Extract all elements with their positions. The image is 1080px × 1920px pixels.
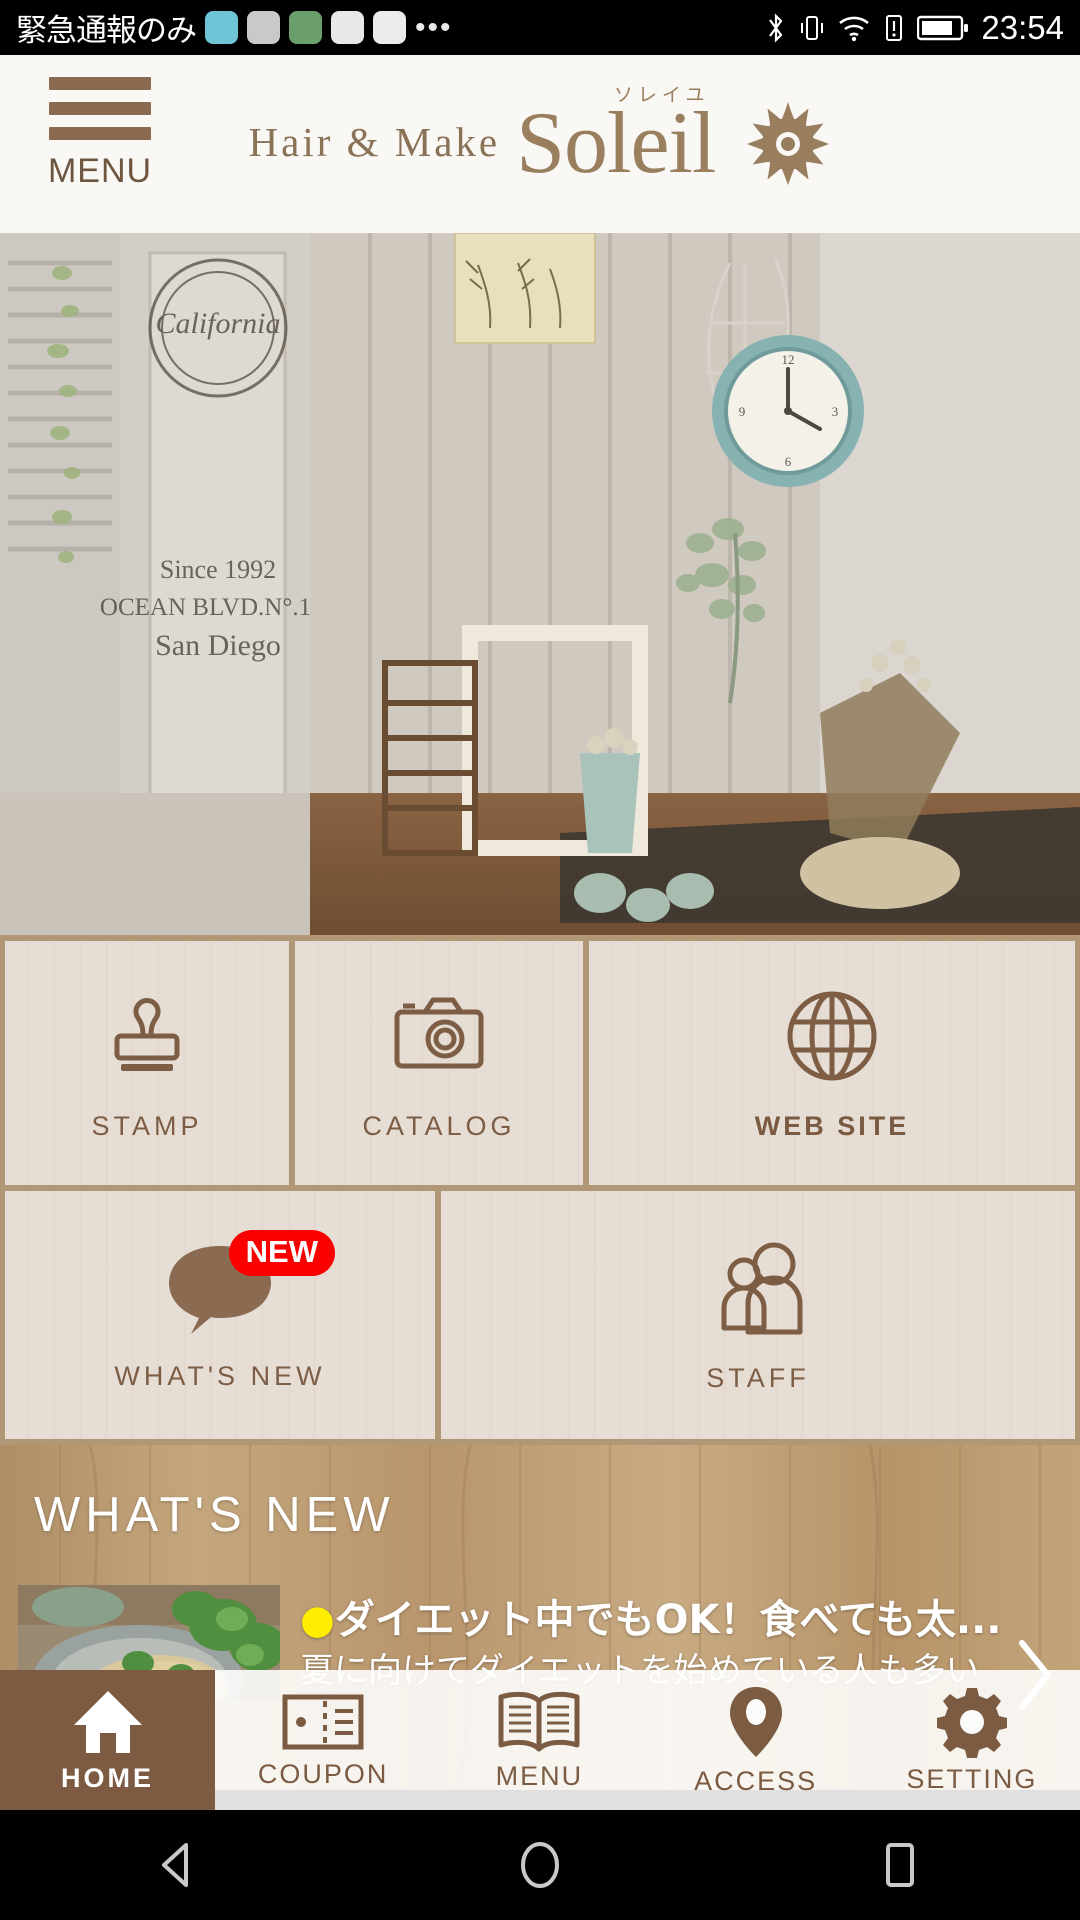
svg-text:3: 3 xyxy=(832,404,839,419)
notif-app-green-icon xyxy=(289,11,322,44)
people-icon xyxy=(706,1236,810,1345)
hamburger-menu-label: MENU xyxy=(47,152,153,190)
logo-name-wrap: Soleil ソレイユ xyxy=(516,84,716,193)
hamburger-bar-1 xyxy=(49,77,151,90)
book-icon xyxy=(498,1691,580,1751)
speech-bubble-icon: NEW xyxy=(161,1230,335,1343)
sunflower-icon xyxy=(747,102,830,185)
news-headline-text: ダイエット中でもOK！食べても太... xyxy=(334,1597,1002,1643)
svg-text:9: 9 xyxy=(739,404,746,419)
recents-icon[interactable] xyxy=(872,1837,928,1893)
hamburger-menu-button[interactable]: MENU xyxy=(44,77,156,191)
status-bar-left: 緊急通報のみ ••• xyxy=(16,5,453,50)
logo-name-label: Soleil xyxy=(516,95,716,193)
notif-app-white-icon xyxy=(331,11,364,44)
nav-item-menu-label: MENU xyxy=(495,1760,584,1791)
new-badge: NEW xyxy=(228,1230,335,1276)
nav-item-home[interactable]: HOME xyxy=(0,1670,215,1810)
logo-prefix-label: Hair & Make xyxy=(248,119,501,165)
logo-kana-label: ソレイユ xyxy=(613,84,710,107)
grid-tile-whats-new-label: WHAT'S NEW xyxy=(114,1361,326,1391)
ticket-icon xyxy=(282,1694,364,1749)
news-bullet: ● xyxy=(300,1597,335,1643)
notif-app-gray-icon xyxy=(247,11,280,44)
wifi-icon xyxy=(839,16,870,41)
battery-icon xyxy=(917,15,969,40)
vibrate-icon xyxy=(801,15,824,40)
bottom-navigation: HOME COUPON MENU ACCESS SETTING xyxy=(0,1670,1080,1810)
nav-item-coupon-label: COUPON xyxy=(257,1758,389,1789)
grid-tile-stamp-label: STAMP xyxy=(91,1111,203,1141)
notif-app-red-icon xyxy=(373,11,406,44)
grid-tile-staff[interactable]: STAFF xyxy=(441,1191,1075,1439)
news-headline: ●ダイエット中でもOK！食べても太... xyxy=(300,1587,1062,1645)
app-header: MENU Hair & Make Soleil ソレイユ xyxy=(0,55,1080,233)
grid-tile-stamp[interactable]: STAMP xyxy=(5,941,289,1185)
svg-text:California: California xyxy=(155,307,280,340)
map-pin-icon xyxy=(729,1686,782,1757)
gear-icon xyxy=(936,1687,1007,1758)
hamburger-bar-3 xyxy=(49,127,151,140)
clock-label: 23:54 xyxy=(981,8,1064,46)
nav-item-access[interactable]: ACCESS xyxy=(647,1670,864,1810)
status-bar: 緊急通報のみ ••• 23:54 xyxy=(0,0,1080,55)
svg-text:OCEAN BLVD.N°.108: OCEAN BLVD.N°.108 xyxy=(100,594,336,621)
svg-text:San Diego: San Diego xyxy=(155,629,281,662)
nav-item-home-label: HOME xyxy=(61,1762,154,1793)
grid-tile-staff-label: STAFF xyxy=(706,1363,810,1393)
back-icon[interactable] xyxy=(152,1837,208,1893)
globe-icon xyxy=(780,984,884,1093)
carrier-label: 緊急通報のみ xyxy=(16,13,197,48)
home-icon xyxy=(73,1690,142,1753)
grid-tile-whats-new[interactable]: NEW WHAT'S NEW xyxy=(5,1191,435,1439)
nav-item-coupon[interactable]: COUPON xyxy=(215,1670,432,1810)
nav-item-setting-label: SETTING xyxy=(906,1763,1038,1794)
hamburger-bar-2 xyxy=(49,102,151,115)
feature-grid: STAMP CATALOG WEB SITE NEW WHAT'S NEW ST… xyxy=(0,935,1080,1445)
grid-tile-catalog-label: CATALOG xyxy=(362,1111,516,1141)
bluetooth-icon xyxy=(769,12,783,43)
stamp-icon xyxy=(95,984,199,1093)
brand-logo: Hair & Make Soleil ソレイユ xyxy=(0,55,1080,233)
nav-item-access-label: ACCESS xyxy=(694,1765,818,1796)
svg-text:Since 1992: Since 1992 xyxy=(160,555,276,584)
hero-illustration: California Since 1992 OCEAN BLVD.N°.108 … xyxy=(0,233,1080,935)
notif-app-blue-icon xyxy=(205,11,238,44)
nav-item-menu[interactable]: MENU xyxy=(431,1670,648,1810)
home-icon[interactable] xyxy=(512,1837,568,1893)
whats-new-title: WHAT'S NEW xyxy=(34,1488,395,1542)
grid-tile-website-label: WEB SITE xyxy=(754,1111,910,1141)
overflow-dots-icon: ••• xyxy=(415,10,453,44)
status-bar-right: 23:54 xyxy=(765,9,1064,47)
sim-alert-icon xyxy=(886,14,903,41)
grid-tile-catalog[interactable]: CATALOG xyxy=(295,941,583,1185)
svg-text:6: 6 xyxy=(785,454,792,469)
svg-text:12: 12 xyxy=(782,352,795,367)
camera-icon xyxy=(383,984,495,1093)
nav-item-setting[interactable]: SETTING xyxy=(863,1670,1080,1810)
hero-image[interactable]: California Since 1992 OCEAN BLVD.N°.108 … xyxy=(0,233,1080,935)
android-navigation-bar xyxy=(0,1810,1080,1920)
grid-tile-website[interactable]: WEB SITE xyxy=(589,941,1075,1185)
